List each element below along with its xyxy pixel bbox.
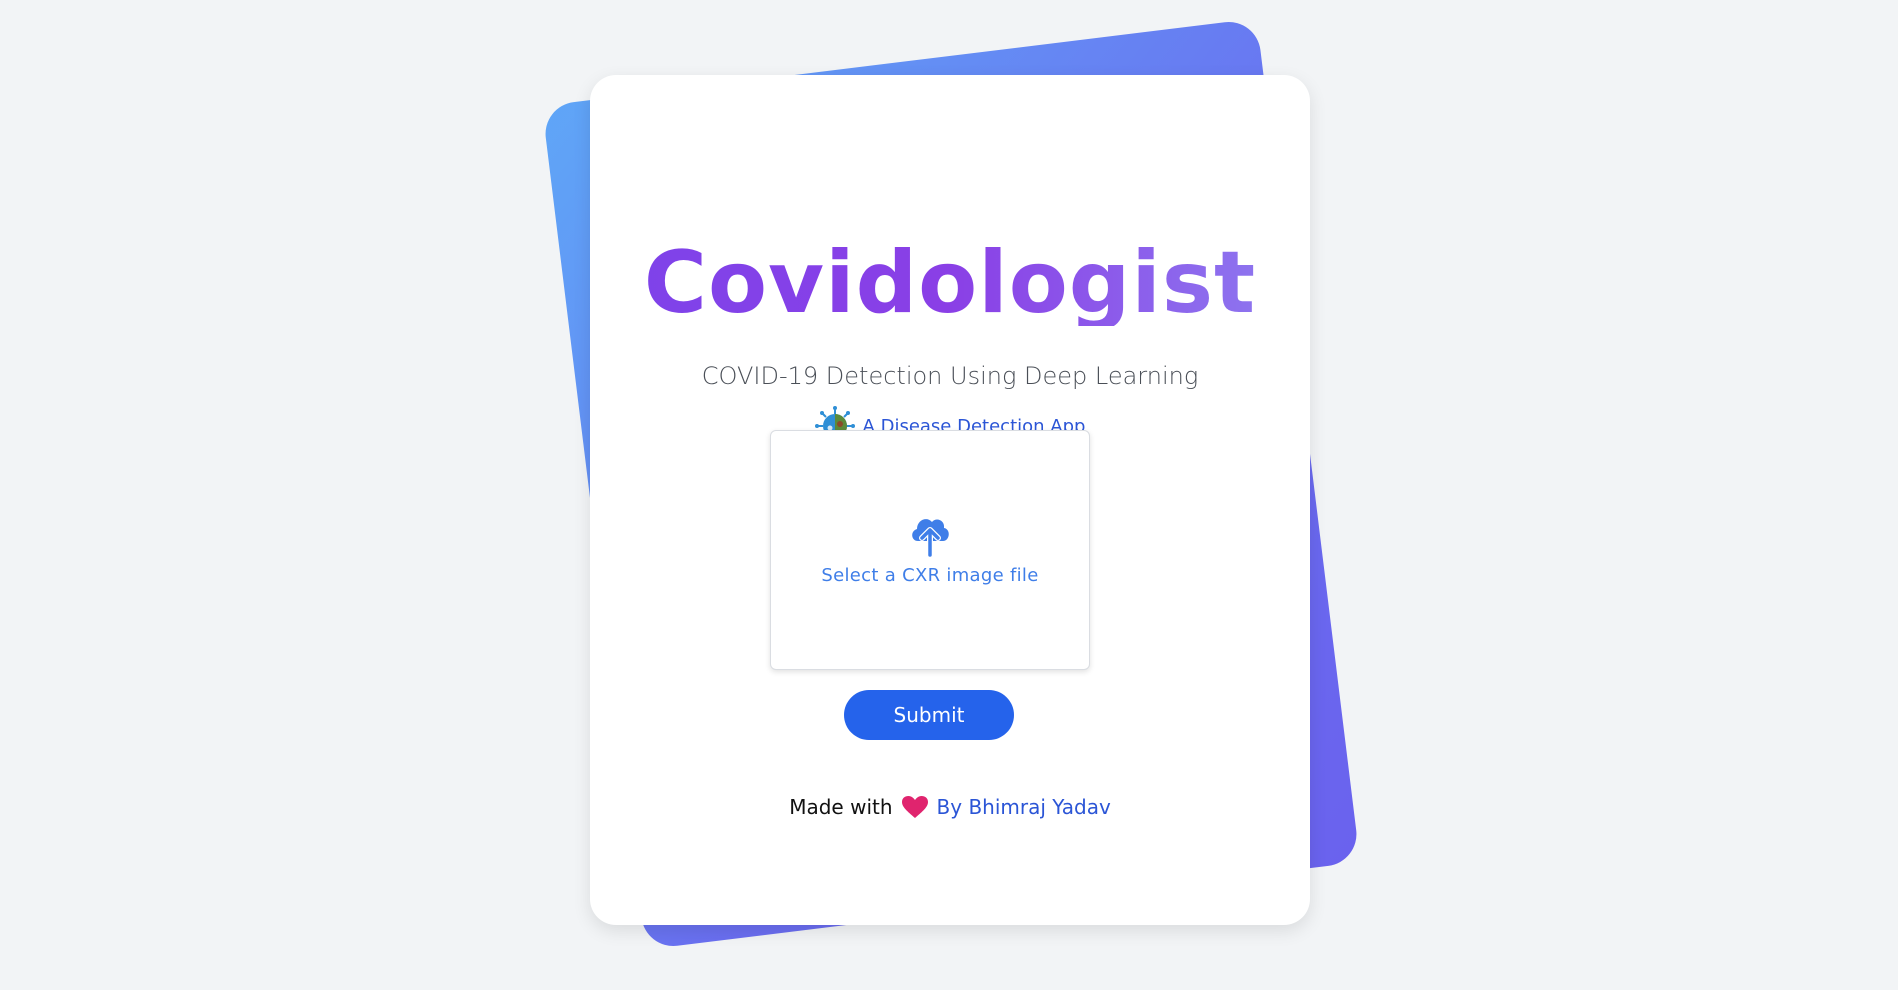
author-link[interactable]: By Bhimraj Yadav: [937, 795, 1111, 819]
heart-icon: [901, 796, 928, 818]
submit-button[interactable]: Submit: [844, 690, 1014, 740]
file-upload-dropzone[interactable]: Select a CXR image file: [770, 430, 1090, 670]
page: Covidologist COVID-19 Detection Using De…: [0, 0, 1898, 990]
app-title: Covidologist: [590, 240, 1310, 326]
footer: Made with By Bhimraj Yadav: [590, 795, 1310, 819]
main-card: Covidologist COVID-19 Detection Using De…: [590, 75, 1310, 925]
cloud-upload-icon: [912, 519, 949, 557]
footer-made-with: Made with: [789, 795, 893, 819]
upload-label: Select a CXR image file: [821, 565, 1039, 586]
app-subtitle: COVID-19 Detection Using Deep Learning: [701, 362, 1199, 390]
